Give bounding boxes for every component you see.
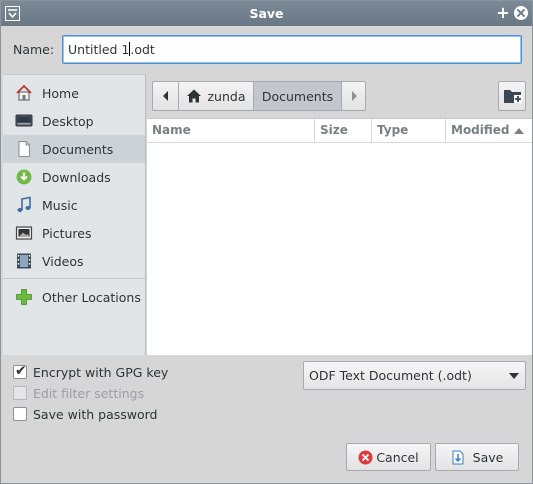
- new-folder-icon: [504, 90, 522, 103]
- chevron-left-icon: [162, 91, 168, 101]
- sort-ascending-icon: [514, 128, 524, 134]
- sidebar-item-label: Music: [42, 197, 78, 213]
- file-list[interactable]: Name Size Type Modified: [147, 118, 532, 355]
- column-header-label: Size: [320, 123, 348, 137]
- close-icon[interactable]: [514, 6, 528, 20]
- places-sidebar: Home Desktop Documents Downloads Music P…: [3, 74, 146, 355]
- column-header-modified[interactable]: Modified: [446, 119, 532, 143]
- path-segment-home[interactable]: zunda: [178, 81, 254, 111]
- cancel-icon: [358, 450, 373, 464]
- desktop-icon: [15, 114, 33, 127]
- path-segment-documents[interactable]: Documents: [253, 81, 342, 111]
- name-label: Name:: [13, 42, 55, 57]
- sidebar-separator: [3, 278, 145, 279]
- videos-icon: [17, 253, 31, 269]
- column-header-label: Modified: [451, 123, 510, 137]
- save-label: Save: [472, 449, 504, 465]
- save-password-checkbox[interactable]: [13, 407, 27, 421]
- path-segment-label: zunda: [207, 88, 246, 104]
- filename-input[interactable]: Untitled 1.odt: [62, 35, 522, 64]
- sidebar-item-label: Documents: [42, 141, 114, 157]
- sidebar-item-label: Downloads: [42, 169, 111, 185]
- sidebar-item-other-locations[interactable]: Other Locations: [3, 283, 145, 311]
- sidebar-item-label: Pictures: [42, 225, 92, 241]
- sidebar-item-music[interactable]: Music: [3, 191, 145, 219]
- plus-icon: [16, 289, 32, 305]
- checkmark-icon: ✔: [15, 363, 27, 379]
- music-icon: [17, 196, 31, 212]
- title-bar[interactable]: Save +: [1, 1, 532, 26]
- path-forward-button[interactable]: [341, 81, 366, 111]
- path-segment-label: Documents: [261, 88, 334, 104]
- home-icon: [187, 89, 202, 103]
- sidebar-item-videos[interactable]: Videos: [3, 247, 145, 275]
- home-icon: [16, 84, 32, 101]
- save-button[interactable]: Save: [435, 443, 519, 471]
- save-password-label: Save with password: [33, 407, 158, 422]
- path-bar: zunda Documents: [152, 81, 366, 111]
- filename-text-after-caret: .odt: [130, 42, 155, 57]
- sidebar-item-documents[interactable]: Documents: [3, 135, 145, 163]
- sidebar-item-label: Home: [42, 85, 79, 101]
- column-header-name[interactable]: Name: [147, 119, 315, 143]
- sidebar-item-label: Other Locations: [42, 289, 141, 305]
- chevron-right-icon: [351, 91, 357, 101]
- column-header-label: Type: [377, 123, 409, 137]
- column-header-label: Name: [152, 123, 191, 137]
- sidebar-item-pictures[interactable]: Pictures: [3, 219, 145, 247]
- filename-text-before-caret: Untitled 1: [68, 42, 130, 57]
- cancel-button[interactable]: Cancel: [346, 443, 431, 471]
- encrypt-checkbox[interactable]: ✔: [13, 363, 27, 379]
- cancel-label: Cancel: [376, 449, 419, 465]
- encrypt-label: Encrypt with GPG key: [33, 365, 169, 380]
- sidebar-item-label: Desktop: [42, 113, 94, 129]
- edit-filter-checkbox[interactable]: [13, 386, 27, 400]
- path-back-button[interactable]: [152, 81, 179, 111]
- sidebar-item-label: Videos: [42, 253, 84, 269]
- save-icon: [452, 450, 464, 464]
- sidebar-item-desktop[interactable]: Desktop: [3, 107, 145, 135]
- file-type-select[interactable]: ODF Text Document (.odt): [303, 361, 526, 390]
- sidebar-item-home[interactable]: Home: [3, 79, 145, 107]
- edit-filter-label: Edit filter settings: [33, 386, 145, 401]
- window-title: Save: [249, 6, 284, 21]
- dropdown-arrow-icon: [509, 373, 519, 379]
- column-header-type[interactable]: Type: [372, 119, 446, 143]
- create-folder-button[interactable]: [498, 81, 526, 111]
- file-type-value: ODF Text Document (.odt): [309, 368, 472, 383]
- document-icon: [18, 141, 30, 157]
- pictures-icon: [15, 226, 33, 240]
- sidebar-item-downloads[interactable]: Downloads: [3, 163, 145, 191]
- save-dialog: Save + Name: Untitled 1.odt Home Desktop: [0, 0, 533, 484]
- maximize-icon[interactable]: +: [496, 4, 510, 22]
- column-header-size[interactable]: Size: [315, 119, 372, 143]
- download-icon: [16, 169, 32, 185]
